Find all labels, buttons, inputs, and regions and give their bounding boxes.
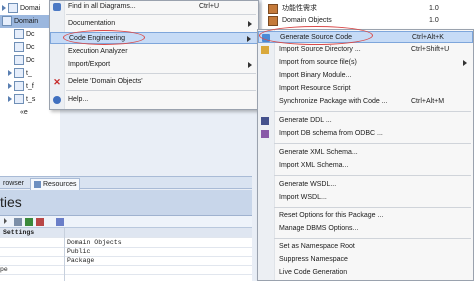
menu-separator [66,73,256,74]
table-row[interactable]: pe [0,265,252,275]
menu-item-generate-ddl[interactable]: Generate DDL ... [258,115,473,127]
list-icon[interactable] [14,218,22,226]
menu-item-import-export[interactable]: Import/Export [50,59,258,71]
menu-item-generate-wsdl[interactable]: Generate WSDL... [258,179,473,191]
menu-item-set-namespace-root[interactable]: Set as Namespace Root [258,241,473,253]
menu-item-execution-analyzer[interactable]: Execution Analyzer [50,46,258,58]
properties-grid: Settings Domain Objects Public Package p… [0,228,252,281]
class-icon [14,81,24,92]
expand-icon[interactable] [8,83,12,90]
properties-toolbar [0,216,252,228]
menu-item-live-code-generation[interactable]: Live Code Generation [258,267,473,279]
menu-item-import-resource-script[interactable]: Import Resource Script [258,83,473,95]
edit-icon[interactable] [25,218,33,226]
menu-item-import-db-schema[interactable]: Import DB schema from ODBC ... [258,128,473,140]
submenu-arrow-icon [248,21,252,27]
diagram-icon [14,29,24,40]
menu-item-documentation[interactable]: Documentation [50,18,258,30]
menu-separator [274,238,471,239]
find-icon [53,3,61,11]
menu-separator [274,111,471,112]
menu-separator [66,90,256,91]
submenu-arrow-icon [247,36,251,42]
class-icon [14,94,24,105]
package-icon [2,16,12,27]
context-menu: Find in all Diagrams... Ctrl+U Documenta… [49,0,259,110]
db-icon [261,130,269,138]
tree-item[interactable]: Dc [14,41,35,54]
diagram-icon [14,55,24,66]
menu-item-suppress-namespace[interactable]: Suppress Namespace [258,254,473,266]
menu-item-import-xml-schema[interactable]: Import XML Schema... [258,160,473,172]
expand-icon[interactable] [8,70,12,77]
menu-item-reset-options[interactable]: Reset Options for this Package ... [258,210,473,222]
class-icon [14,68,24,79]
menu-separator [274,175,471,176]
menu-item-synchronize-package[interactable]: Synchronize Package with Code ... Ctrl+A… [258,96,473,108]
diagram-icon [14,42,24,53]
menu-item-generate-xml-schema[interactable]: Generate XML Schema... [258,147,473,159]
menu-item-find-in-diagrams[interactable]: Find in all Diagrams... Ctrl+U [50,1,258,13]
tab-resources[interactable]: Resources [30,178,81,190]
tree-item[interactable]: Dc [14,28,35,41]
ddl-icon [261,117,269,125]
tree-item[interactable]: Domai [2,2,40,15]
menu-item-import-source-directory[interactable]: Import Source Directory ... Ctrl+Shift+U [258,44,473,56]
settings-icon[interactable] [56,218,64,226]
import-dir-icon [261,46,269,54]
menu-separator [274,207,471,208]
submenu-arrow-icon [248,62,252,68]
package-icon [268,16,278,26]
delete-icon[interactable] [36,218,44,226]
properties-title-bar: ties [0,190,252,216]
submenu-arrow-icon [463,60,467,66]
tab-browser[interactable]: rowser [0,178,27,189]
requirement-icon [268,4,278,14]
expand-icon[interactable] [2,5,6,12]
tree-item[interactable]: «e [20,106,28,119]
tree-item[interactable]: t_s [8,93,35,106]
list-item[interactable]: Domain Objects 1.0 [262,15,474,27]
sort-icon[interactable] [4,218,7,224]
tree-item[interactable]: t_f [8,80,34,93]
code-engineering-submenu: Generate Source Code Ctrl+Alt+K Import S… [257,29,474,281]
properties-title: ties [0,194,22,210]
tree-item[interactable]: t_ [8,67,32,80]
menu-item-help[interactable]: Help... [50,94,258,106]
annotation-oval [63,30,145,45]
menu-separator [66,14,256,15]
browser-tabs: rowser Resources [0,176,252,190]
menu-item-import-from-source-files[interactable]: Import from source file(s) [258,57,473,69]
annotation-oval [259,26,373,45]
properties-header-row: Settings [0,228,252,238]
menu-item-delete[interactable]: ✕ Delete 'Domain Objects' [50,76,258,88]
list-item[interactable]: 功能性需求 1.0 [262,3,474,15]
menu-item-manage-dbms-options[interactable]: Manage DBMS Options... [258,223,473,235]
package-icon [8,3,18,14]
tree-item[interactable]: Dc [14,54,35,67]
resources-icon [34,180,41,188]
delete-icon: ✕ [53,77,61,87]
menu-item-import-binary-module[interactable]: Import Binary Module... [258,70,473,82]
menu-separator [274,143,471,144]
help-icon [53,96,61,104]
grid-divider [64,228,65,281]
expand-icon[interactable] [8,96,12,103]
menu-item-import-wsdl[interactable]: Import WSDL... [258,192,473,204]
